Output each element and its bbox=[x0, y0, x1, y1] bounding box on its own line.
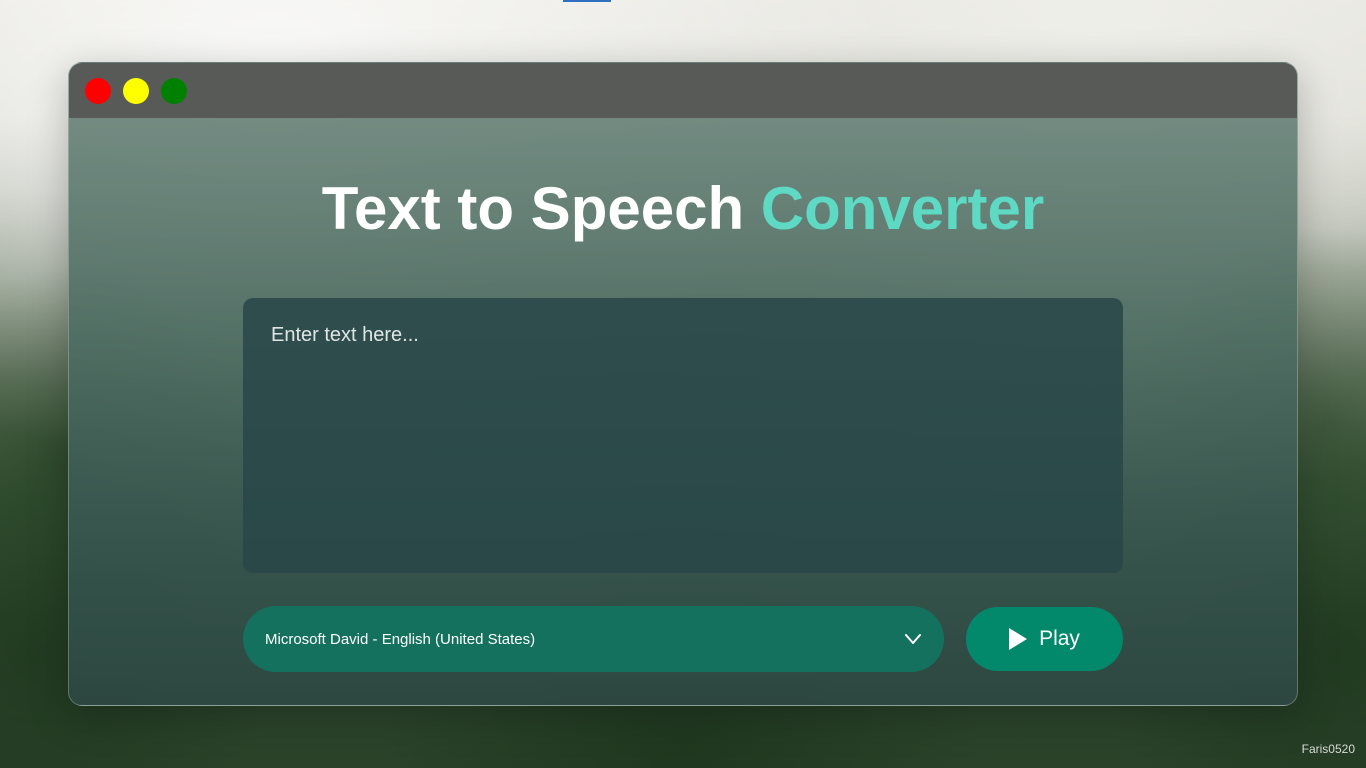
author-watermark: Faris0520 bbox=[1301, 742, 1355, 756]
play-button[interactable]: Play bbox=[966, 607, 1123, 671]
maximize-window-button[interactable] bbox=[161, 77, 187, 104]
chevron-down-icon bbox=[904, 630, 922, 648]
page-title: Text to Speech Converter bbox=[69, 174, 1297, 243]
title-accent: Converter bbox=[760, 175, 1045, 242]
title-main: Text to Speech bbox=[321, 175, 761, 242]
window-titlebar bbox=[69, 63, 1297, 118]
play-icon bbox=[1009, 628, 1028, 650]
minimize-window-button[interactable] bbox=[123, 77, 149, 104]
text-input[interactable] bbox=[243, 298, 1123, 573]
voice-select-value: Microsoft David - English (United States… bbox=[265, 630, 536, 648]
close-window-button[interactable] bbox=[85, 77, 111, 104]
play-button-label: Play bbox=[1039, 627, 1080, 650]
app-content: Text to Speech Converter Microsoft David… bbox=[69, 118, 1297, 705]
voice-select[interactable]: Microsoft David - English (United States… bbox=[243, 606, 944, 672]
app-window: Text to Speech Converter Microsoft David… bbox=[68, 62, 1298, 706]
top-indicator bbox=[563, 0, 611, 2]
